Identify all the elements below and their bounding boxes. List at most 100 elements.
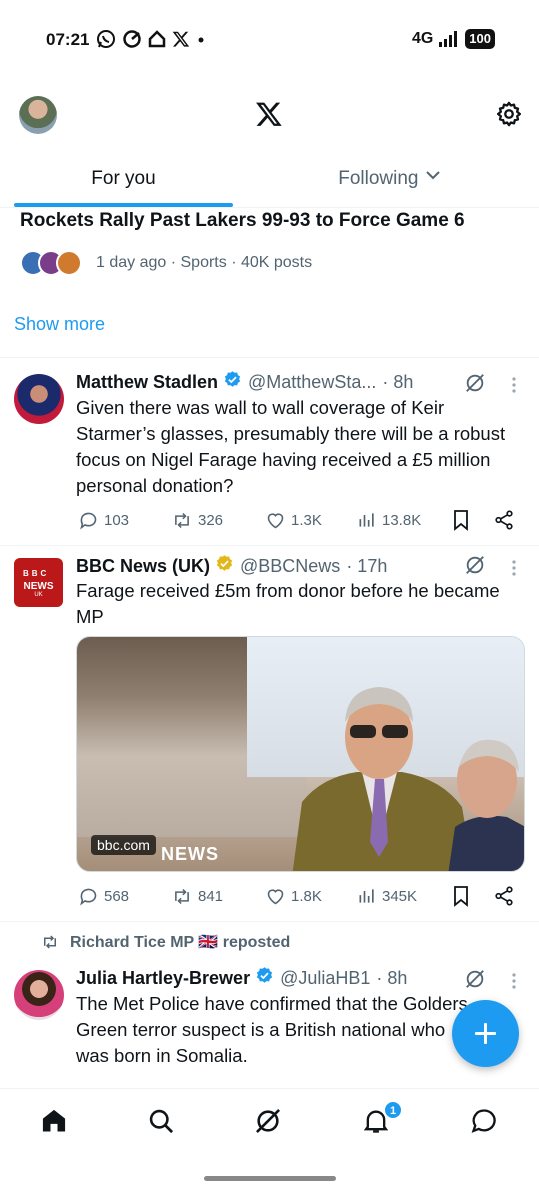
repost-button[interactable]: 326 — [171, 510, 223, 531]
tweet-text: The Met Police have confirmed that the G… — [76, 993, 468, 1066]
tweet-time: · 8h — [376, 967, 408, 988]
bookmark-icon[interactable] — [451, 885, 471, 907]
x-status-icon — [172, 31, 190, 47]
grok-icon[interactable] — [464, 372, 486, 394]
repost-button[interactable]: 841 — [171, 886, 223, 907]
tweet-time: · 8h — [382, 371, 414, 392]
whatsapp-icon — [97, 30, 115, 48]
trend-title: Rockets Rally Past Lakers 99-93 to Force… — [20, 210, 465, 231]
tab-for-you-label: For you — [91, 168, 156, 189]
compose-post-button[interactable] — [452, 1000, 519, 1067]
reply-count: 103 — [104, 511, 130, 529]
view-count: 13.8K — [382, 511, 422, 529]
gold-verified-badge-icon — [215, 554, 234, 578]
share-icon[interactable] — [493, 509, 515, 531]
reply-button[interactable]: 568 — [78, 886, 129, 907]
bookmark-icon[interactable] — [451, 509, 471, 531]
tab-following[interactable]: Following — [300, 158, 480, 208]
views-chart-icon — [359, 513, 374, 527]
uk-text: UK — [34, 592, 43, 598]
battery-icon: 100 — [465, 29, 495, 49]
x-logo-icon[interactable] — [255, 100, 283, 128]
like-count: 1.8K — [291, 887, 322, 905]
views-button[interactable]: 13.8K — [357, 510, 421, 530]
tweet-actions: 568 841 1.8K 345K — [76, 884, 526, 908]
more-options-icon[interactable] — [511, 376, 517, 394]
avatar[interactable] — [14, 970, 64, 1020]
author-handle[interactable]: @BBCNews — [240, 556, 340, 577]
signal-icon — [439, 31, 458, 47]
sync-icon — [123, 30, 141, 48]
tweet-header: BBC News (UK) @BBCNews · 17h — [76, 554, 387, 578]
bbc-letter: BBC — [23, 569, 50, 578]
view-count: 345K — [382, 887, 418, 905]
tweet-header: Julia Hartley-Brewer @JuliaHB1 · 8h — [76, 966, 407, 990]
tab-following-label: Following — [338, 168, 419, 189]
photo-background-person — [448, 739, 524, 871]
like-count: 1.3K — [291, 511, 322, 529]
bbc-news-avatar[interactable]: BBC NEWS UK — [14, 558, 63, 607]
tweet-header: Matthew Stadlen @MatthewSta... · 8h — [76, 370, 413, 394]
tweet-actions: 103 326 1.3K 13.8K — [76, 508, 526, 532]
reposted-by-label[interactable]: Richard Tice MP 🇬🇧 reposted — [70, 932, 290, 952]
views-chart-icon — [359, 889, 374, 903]
grok-icon[interactable] — [464, 968, 486, 990]
like-button[interactable]: 1.3K — [265, 510, 322, 531]
grok-nav-icon[interactable] — [254, 1107, 282, 1135]
status-bar: 07:21 4G 100 — [0, 0, 539, 80]
search-icon[interactable] — [147, 1107, 175, 1135]
timeline-tabs: For you Following — [0, 158, 539, 208]
heart-icon — [267, 512, 284, 528]
author-name[interactable]: Julia Hartley-Brewer — [76, 968, 250, 989]
author-handle[interactable]: @MatthewSta... — [248, 372, 376, 393]
tweet-media-image[interactable]: bbc.com NEWS — [76, 636, 525, 872]
notifications-badge: 1 — [384, 1101, 402, 1119]
reply-button[interactable]: 103 — [78, 510, 129, 531]
repost-icon — [175, 512, 189, 528]
media-watermark: bbc.com — [91, 835, 156, 855]
divider — [0, 921, 539, 922]
top-header — [0, 90, 539, 144]
avatar[interactable] — [14, 374, 64, 424]
share-icon[interactable] — [493, 885, 515, 907]
tweet-text: Farage received £5m from donor before he… — [76, 580, 500, 627]
reply-count: 568 — [104, 887, 130, 905]
grok-icon[interactable] — [464, 554, 486, 576]
bottom-navigation: 1 — [0, 1088, 539, 1158]
tab-for-you[interactable]: For you — [14, 158, 233, 208]
settings-gear-icon[interactable] — [495, 100, 523, 128]
verified-badge-icon — [255, 966, 274, 990]
reposted-by: Richard Tice MP 🇬🇧 reposted — [40, 932, 290, 952]
tweet-time: · 17h — [346, 555, 388, 576]
author-name[interactable]: BBC News (UK) — [76, 556, 210, 577]
news-text: NEWS — [23, 581, 54, 592]
reply-icon — [80, 888, 97, 905]
media-brand: NEWS — [161, 844, 219, 864]
home-icon[interactable] — [40, 1107, 68, 1135]
messages-icon[interactable] — [470, 1107, 498, 1135]
trend-meta: 1 day ago · Sports · 40K posts — [20, 250, 312, 276]
repost-count: 841 — [198, 887, 224, 905]
views-button[interactable]: 345K — [357, 886, 417, 906]
status-right: 4G 100 — [412, 29, 495, 49]
repost-count: 326 — [198, 511, 224, 529]
home-status-icon — [148, 30, 166, 48]
reply-icon — [80, 512, 97, 529]
dot-icon — [198, 37, 204, 43]
author-handle[interactable]: @JuliaHB1 — [280, 968, 370, 989]
more-options-icon[interactable] — [511, 972, 517, 990]
status-time: 07:21 — [46, 30, 90, 49]
like-button[interactable]: 1.8K — [265, 886, 322, 907]
home-indicator[interactable] — [204, 1176, 336, 1181]
profile-avatar[interactable] — [19, 96, 57, 134]
chevron-down-icon[interactable] — [424, 158, 442, 200]
tweet-matthew-stadlen[interactable]: Matthew Stadlen @MatthewSta... · 8h Give… — [0, 358, 539, 544]
trend-info: 1 day ago · Sports · 40K posts — [96, 254, 313, 271]
more-options-icon[interactable] — [511, 559, 517, 577]
tweet-text: Given there was wall to wall coverage of… — [76, 397, 506, 496]
status-notification-icons — [96, 29, 206, 49]
trending-item[interactable]: Rockets Rally Past Lakers 99-93 to Force… — [20, 210, 520, 276]
active-tab-indicator — [14, 203, 233, 207]
author-name[interactable]: Matthew Stadlen — [76, 372, 218, 393]
show-more-link[interactable]: Show more — [14, 314, 105, 335]
